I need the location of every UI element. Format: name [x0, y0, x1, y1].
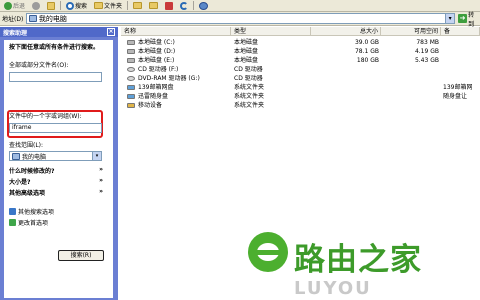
other-search-options-link[interactable]: 其他搜索选项 — [9, 207, 54, 216]
go-button[interactable]: ➜ 转到 — [458, 10, 480, 28]
option-advanced[interactable]: 其他高级选项 » — [9, 188, 103, 197]
list-item[interactable]: 本地磁盘 (D:) 本地磁盘 78.1 GB 4.19 GB — [121, 47, 480, 56]
expand-icon: » — [99, 177, 103, 184]
column-header-type[interactable]: 类型 — [231, 27, 311, 36]
watermark: 路由之家 LUYOU — [248, 226, 480, 300]
list-item[interactable]: 本地磁盘 (E:) 本地磁盘 180 GB 5.43 GB — [121, 56, 480, 65]
list-item[interactable]: 迅雷随身盘 系统文件夹 随身盘让 — [121, 92, 480, 101]
move-to-button[interactable] — [131, 1, 144, 11]
views-icon — [199, 1, 209, 10]
search-submit-button[interactable]: 搜索(R) — [58, 250, 104, 261]
option-size[interactable]: 大小是? » — [9, 177, 103, 186]
delete-icon — [165, 1, 174, 10]
word-phrase-input[interactable]: iframe — [9, 123, 102, 133]
preferences-icon — [9, 219, 16, 226]
address-field[interactable]: 我的电脑 ▾ — [25, 13, 456, 24]
forward-button[interactable] — [30, 1, 42, 11]
filename-label: 全部或部分文件名(O): — [9, 62, 69, 69]
address-label: 地址(D) — [2, 16, 24, 23]
list-item[interactable]: 移动设备 系统文件夹 — [121, 101, 480, 110]
close-icon[interactable]: × — [107, 28, 115, 36]
watermark-subtext: LUYOU — [294, 278, 372, 299]
move-folder-icon — [133, 2, 143, 9]
address-bar: 地址(D) 我的电脑 ▾ ➜ 转到 — [0, 10, 480, 28]
word-phrase-label: 文件中的一个字或词组(W): — [9, 113, 82, 120]
drive-icon — [127, 58, 135, 63]
toolbar-separator — [60, 1, 62, 10]
address-dropdown-button[interactable]: ▾ — [445, 14, 455, 23]
address-value: 我的电脑 — [38, 14, 67, 23]
up-button[interactable] — [45, 1, 57, 11]
list-item[interactable]: 139邮箱网盘 系统文件夹 139邮箱网 — [121, 83, 480, 92]
column-header-free-space[interactable]: 可用空间 — [381, 27, 441, 36]
option-when-modified[interactable]: 什么时候修改的? » — [9, 166, 103, 175]
filename-input[interactable] — [9, 72, 102, 82]
cd-drive-icon — [127, 67, 135, 72]
search-button[interactable]: 搜索 — [64, 1, 89, 11]
list-item[interactable]: DVD-RAM 驱动器 (G:) CD 驱动器 — [121, 74, 480, 83]
back-button[interactable]: 后退 — [2, 1, 27, 11]
search-icon — [66, 1, 75, 10]
luyou-logo-icon — [248, 232, 288, 272]
network-folder-icon — [127, 94, 135, 99]
column-header-notes[interactable]: 备 — [441, 27, 480, 36]
expand-icon: » — [99, 166, 103, 173]
look-in-select[interactable]: 我的电脑 ▾ — [9, 151, 102, 161]
change-preferences-link[interactable]: 更改首选项 — [9, 218, 48, 227]
look-in-label: 查找范围(L): — [9, 142, 44, 149]
watermark-text: 路由之家 — [294, 242, 422, 278]
my-computer-icon — [28, 15, 37, 22]
column-header-total-size[interactable]: 总大小 — [311, 27, 381, 36]
chevron-down-icon[interactable]: ▾ — [92, 152, 101, 160]
list-item[interactable]: CD 驱动器 (F:) CD 驱动器 — [121, 65, 480, 74]
folders-button[interactable]: 文件夹 — [92, 1, 124, 11]
toolbar-separator — [193, 1, 195, 10]
undo-icon — [180, 1, 189, 10]
delete-button[interactable] — [163, 1, 175, 11]
drive-icon — [127, 40, 135, 45]
search-options-icon — [9, 208, 16, 215]
list-item[interactable]: 本地磁盘 (C:) 本地磁盘 39.0 GB 783 MB — [121, 38, 480, 47]
views-button[interactable] — [197, 1, 210, 11]
mobile-device-icon — [127, 103, 135, 108]
undo-button[interactable] — [178, 1, 190, 11]
cd-drive-icon — [127, 76, 135, 81]
search-assistant-panel: 搜索助理 × 按下面任意或所有条件进行搜索。 全部或部分文件名(O): 文件中的… — [0, 27, 118, 300]
panel-header: 搜索助理 × — [0, 27, 118, 37]
copy-to-button[interactable] — [147, 1, 160, 11]
copy-folder-icon — [149, 2, 159, 9]
column-header-name[interactable]: 名称 — [121, 27, 231, 36]
toolbar-separator — [127, 1, 129, 10]
toolbar: 后退 搜索 文件夹 — [0, 0, 480, 12]
forward-arrow-icon — [32, 1, 41, 10]
my-computer-icon — [12, 152, 20, 160]
search-heading: 按下面任意或所有条件进行搜索。 — [9, 44, 100, 51]
panel-body: 按下面任意或所有条件进行搜索。 全部或部分文件名(O): 文件中的一个字或词组(… — [4, 40, 113, 298]
panel-title: 搜索助理 — [3, 29, 28, 37]
expand-icon: » — [99, 188, 103, 195]
drive-icon — [127, 49, 135, 54]
folder-up-icon — [47, 1, 56, 10]
back-arrow-icon — [4, 1, 12, 10]
go-arrow-icon: ➜ — [458, 14, 468, 23]
network-folder-icon — [127, 85, 135, 90]
folder-icon — [94, 2, 104, 9]
